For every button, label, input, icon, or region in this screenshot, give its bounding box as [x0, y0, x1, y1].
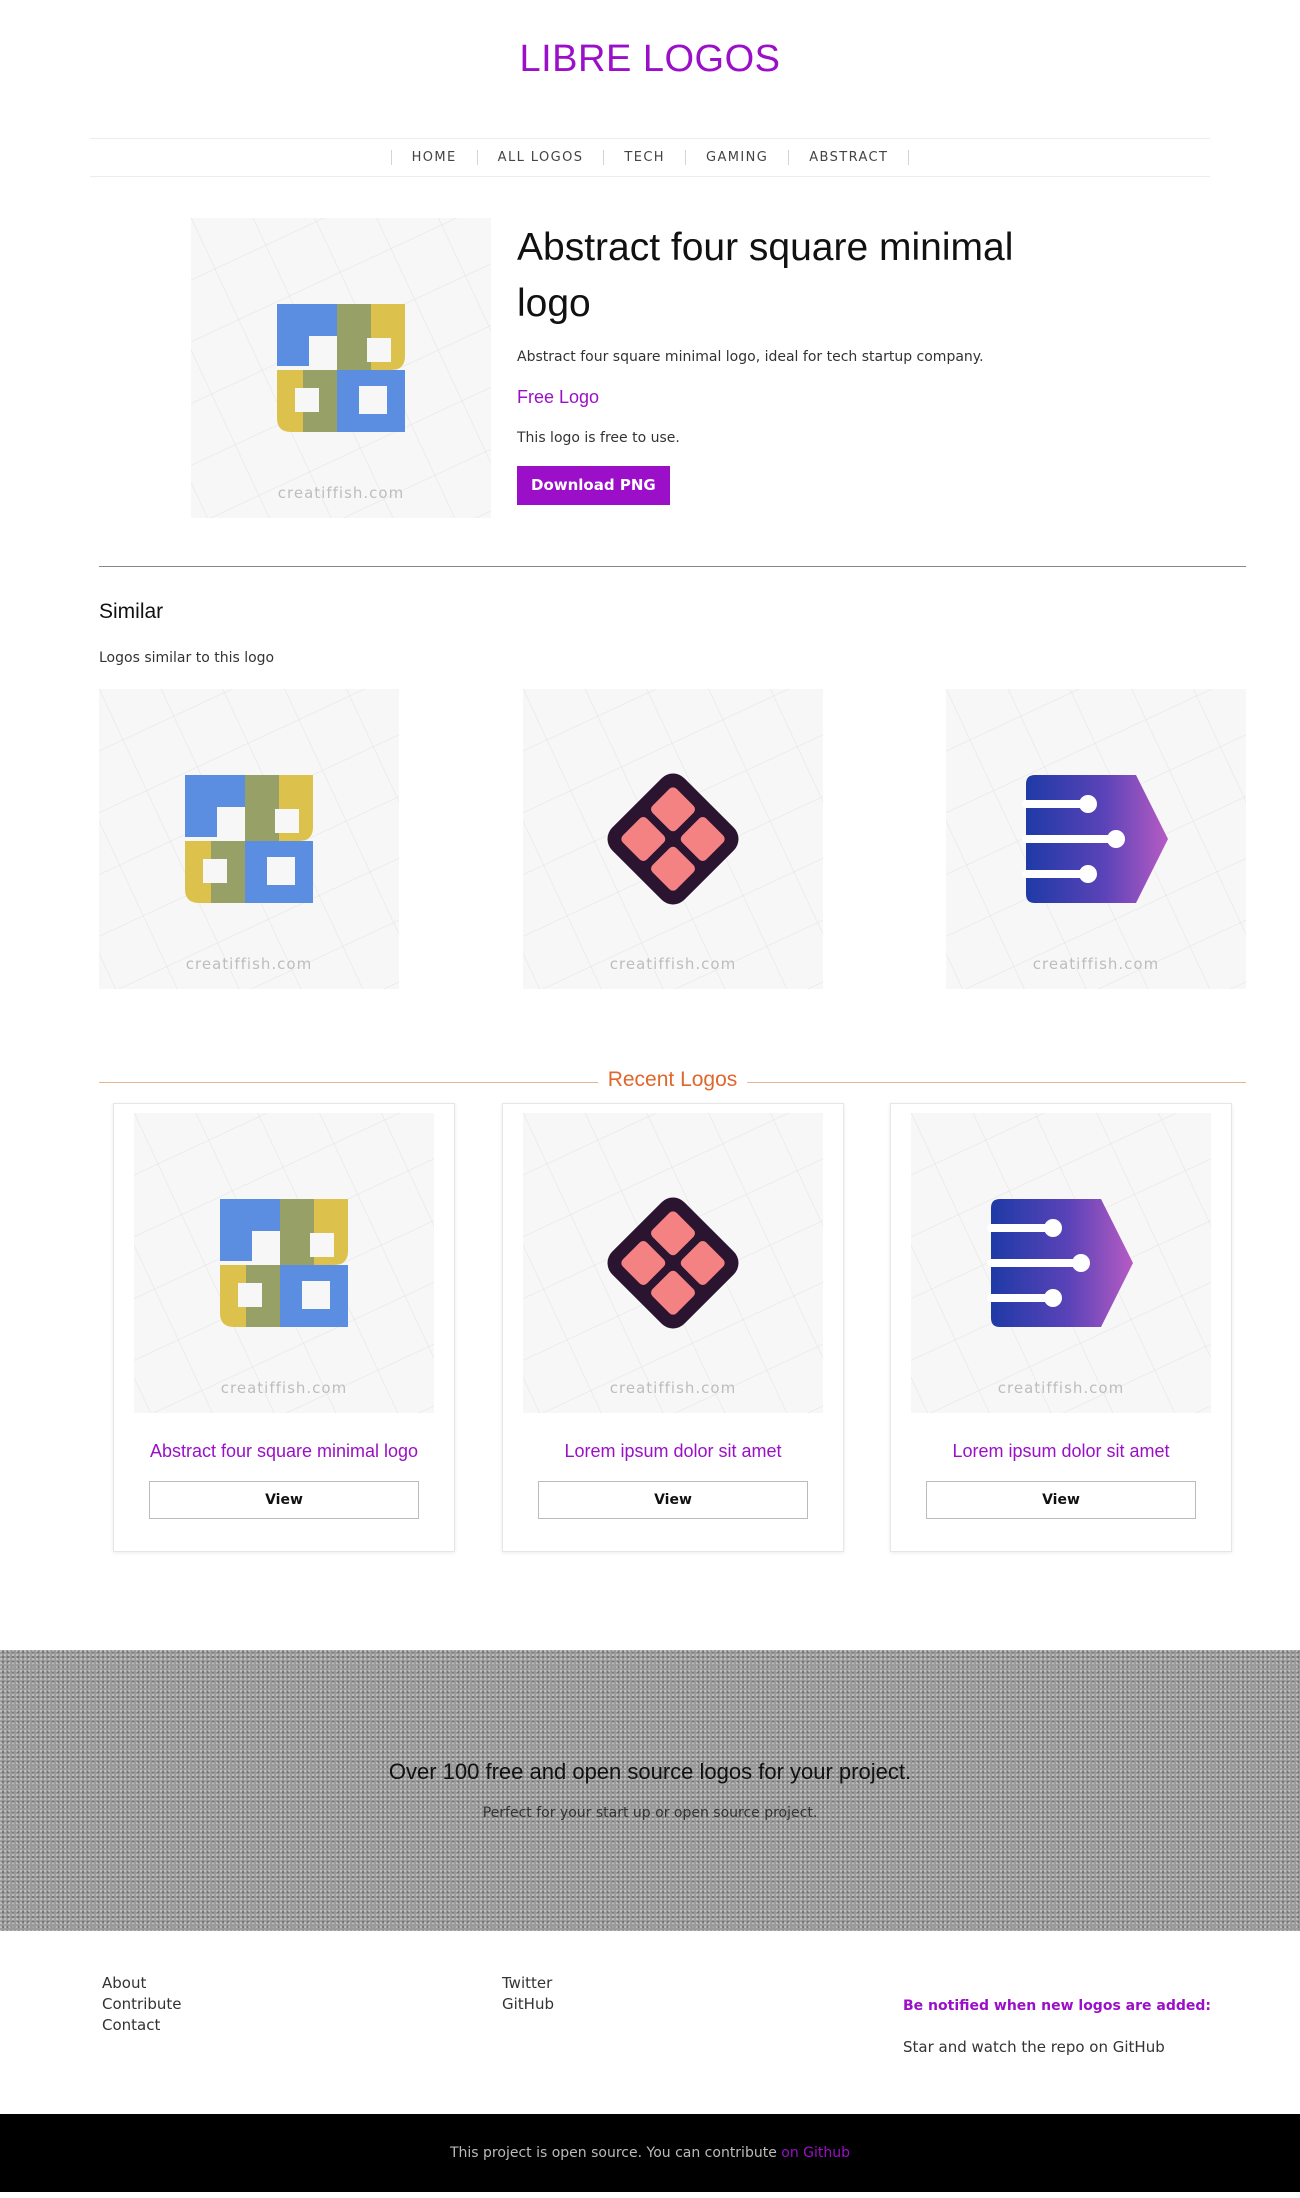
- watermark-text: creatiffish.com: [186, 955, 312, 973]
- view-button[interactable]: View: [149, 1481, 419, 1519]
- nav-item-gaming[interactable]: GAMING: [684, 150, 788, 165]
- nav-item-tech[interactable]: TECH: [603, 150, 685, 165]
- bottom-bar: This project is open source. You can con…: [0, 2114, 1300, 2192]
- footer-link-contribute[interactable]: Contribute: [102, 1994, 182, 2015]
- four-square-logo-icon: creatiffish.com: [99, 689, 399, 989]
- watermark-text: creatiffish.com: [998, 1379, 1124, 1397]
- circuit-tag-logo-icon: creatiffish.com: [946, 689, 1246, 989]
- watermark-text: creatiffish.com: [278, 484, 404, 502]
- card-title[interactable]: Lorem ipsum dolor sit amet: [891, 1441, 1231, 1462]
- pink-diamond-logo-icon[interactable]: creatiffish.com: [523, 1113, 823, 1413]
- github-contribute-link[interactable]: on Github: [781, 2145, 850, 2161]
- logo-card: creatiffish.com Lorem ipsum dolor sit am…: [890, 1103, 1232, 1552]
- main-nav: HOME ALL LOGOS TECH GAMING ABSTRACT: [90, 138, 1210, 177]
- promo-banner: Over 100 free and open source logos for …: [0, 1650, 1300, 1931]
- promo-subline: Perfect for your start up or open source…: [482, 1805, 818, 1821]
- watermark-text: creatiffish.com: [221, 1379, 347, 1397]
- circuit-tag-logo-icon[interactable]: creatiffish.com: [911, 1113, 1211, 1413]
- logo-info: Abstract four square minimal logo Abstra…: [517, 220, 1077, 505]
- recent-logos-heading: Recent Logos: [99, 1063, 1246, 1101]
- four-square-logo-icon[interactable]: creatiffish.com: [134, 1113, 434, 1413]
- similar-item[interactable]: creatiffish.com: [99, 689, 399, 989]
- footer-links-info: About Contribute Contact: [102, 1973, 182, 2036]
- view-button[interactable]: View: [926, 1481, 1196, 1519]
- similar-heading: Similar: [99, 600, 164, 623]
- four-square-logo-icon: creatiffish.com: [191, 218, 491, 518]
- card-title[interactable]: Lorem ipsum dolor sit amet: [503, 1441, 843, 1462]
- logo-card: creatiffish.com Abstract four square min…: [113, 1103, 455, 1552]
- card-title[interactable]: Abstract four square minimal logo: [114, 1441, 454, 1462]
- footer-link-github[interactable]: GitHub: [502, 1994, 554, 2015]
- similar-item[interactable]: creatiffish.com: [523, 689, 823, 989]
- footer-link-about[interactable]: About: [102, 1973, 182, 1994]
- site-title[interactable]: LIBRE LOGOS: [519, 38, 780, 80]
- page-title: Abstract four square minimal logo: [517, 226, 1014, 325]
- watermark-text: creatiffish.com: [1033, 955, 1159, 973]
- download-png-button[interactable]: Download PNG: [517, 466, 670, 505]
- logo-detail: creatiffish.com Abstract four square min…: [0, 177, 1300, 566]
- nav-item-home[interactable]: HOME: [390, 150, 477, 165]
- similar-item[interactable]: creatiffish.com: [946, 689, 1246, 989]
- star-repo-text: Star and watch the repo on GitHub: [903, 2038, 1165, 2056]
- notify-heading: Be notified when new logos are added:: [903, 1998, 1211, 2014]
- promo-headline: Over 100 free and open source logos for …: [388, 1759, 912, 1784]
- similar-section: Similar Logos similar to this logo creat…: [0, 567, 1300, 1063]
- site-header: LIBRE LOGOS: [0, 0, 1300, 138]
- similar-subheading: Logos similar to this logo: [99, 650, 275, 666]
- view-button[interactable]: View: [538, 1481, 808, 1519]
- logo-description: Abstract four square minimal logo, ideal…: [517, 349, 984, 365]
- nav-item-all-logos[interactable]: ALL LOGOS: [476, 150, 604, 165]
- pink-diamond-logo-icon: creatiffish.com: [523, 689, 823, 989]
- footer-link-twitter[interactable]: Twitter: [502, 1973, 554, 1994]
- logo-card: creatiffish.com Lorem ipsum dolor sit am…: [502, 1103, 844, 1552]
- nav-item-abstract[interactable]: ABSTRACT: [788, 150, 910, 165]
- site-footer: About Contribute Contact Twitter GitHub …: [0, 1931, 1300, 2114]
- footer-link-contact[interactable]: Contact: [102, 2015, 182, 2036]
- bottom-bar-text: This project is open source. You can con…: [449, 2145, 782, 2161]
- license-title: Free Logo: [517, 387, 600, 407]
- recent-logos-title: Recent Logos: [597, 1068, 748, 1092]
- watermark-text: creatiffish.com: [610, 955, 736, 973]
- watermark-text: creatiffish.com: [610, 1379, 736, 1397]
- recent-logos-grid: creatiffish.com Abstract four square min…: [0, 1101, 1300, 1650]
- license-text: This logo is free to use.: [517, 430, 680, 446]
- footer-links-social: Twitter GitHub: [502, 1973, 554, 2015]
